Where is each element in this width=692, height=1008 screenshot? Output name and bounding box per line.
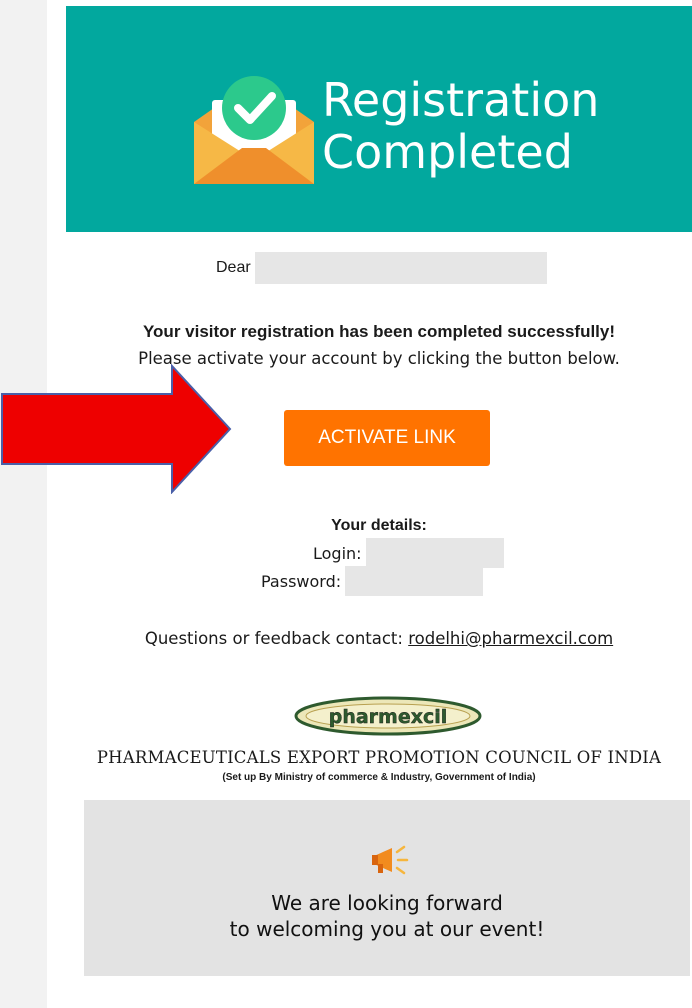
email-card: Registration Completed Dear Your visitor… xyxy=(66,6,692,1008)
activate-link-button[interactable]: ACTIVATE LINK xyxy=(284,410,490,466)
footer-panel: We are looking forward to welcoming you … xyxy=(84,800,690,976)
redacted-login xyxy=(365,538,504,568)
redacted-name xyxy=(254,252,547,284)
greeting-row: Dear xyxy=(216,252,547,284)
megaphone-icon xyxy=(372,845,409,875)
council-subtitle: (Set up By Ministry of commerce & Indust… xyxy=(222,772,536,783)
footer-message: We are looking forward to welcoming you … xyxy=(84,890,690,942)
header-banner: Registration Completed xyxy=(66,6,692,232)
login-label: Login: xyxy=(313,543,362,563)
title-line-1: Registration xyxy=(322,73,600,127)
page-title: Registration Completed xyxy=(322,74,599,178)
left-gutter xyxy=(0,0,47,1008)
red-arrow-icon xyxy=(1,364,232,494)
envelope-check-icon xyxy=(194,76,314,184)
title-line-2: Completed xyxy=(322,125,573,179)
logo-text: pharmexcil xyxy=(329,706,448,728)
details-title: Your details: xyxy=(331,517,427,534)
greeting-label: Dear xyxy=(216,259,251,276)
footer-line-2: to welcoming you at our event! xyxy=(229,917,545,941)
pharmexcil-logo: pharmexcil xyxy=(294,696,482,736)
password-label: Password: xyxy=(261,571,342,591)
contact-prefix: Questions or feedback contact: xyxy=(144,629,409,648)
council-name: PHARMACEUTICALS EXPORT PROMOTION COUNCIL… xyxy=(96,748,662,767)
footer-line-1: We are looking forward xyxy=(271,891,503,915)
password-row: Password: xyxy=(261,566,484,596)
login-row: Login: xyxy=(313,538,504,568)
contact-email-link[interactable]: rodelhi@pharmexcil.com xyxy=(408,629,613,648)
success-message: Your visitor registration has been compl… xyxy=(142,322,616,341)
redacted-password xyxy=(345,566,484,596)
contact-line: Questions or feedback contact: rodelhi@p… xyxy=(66,629,692,648)
